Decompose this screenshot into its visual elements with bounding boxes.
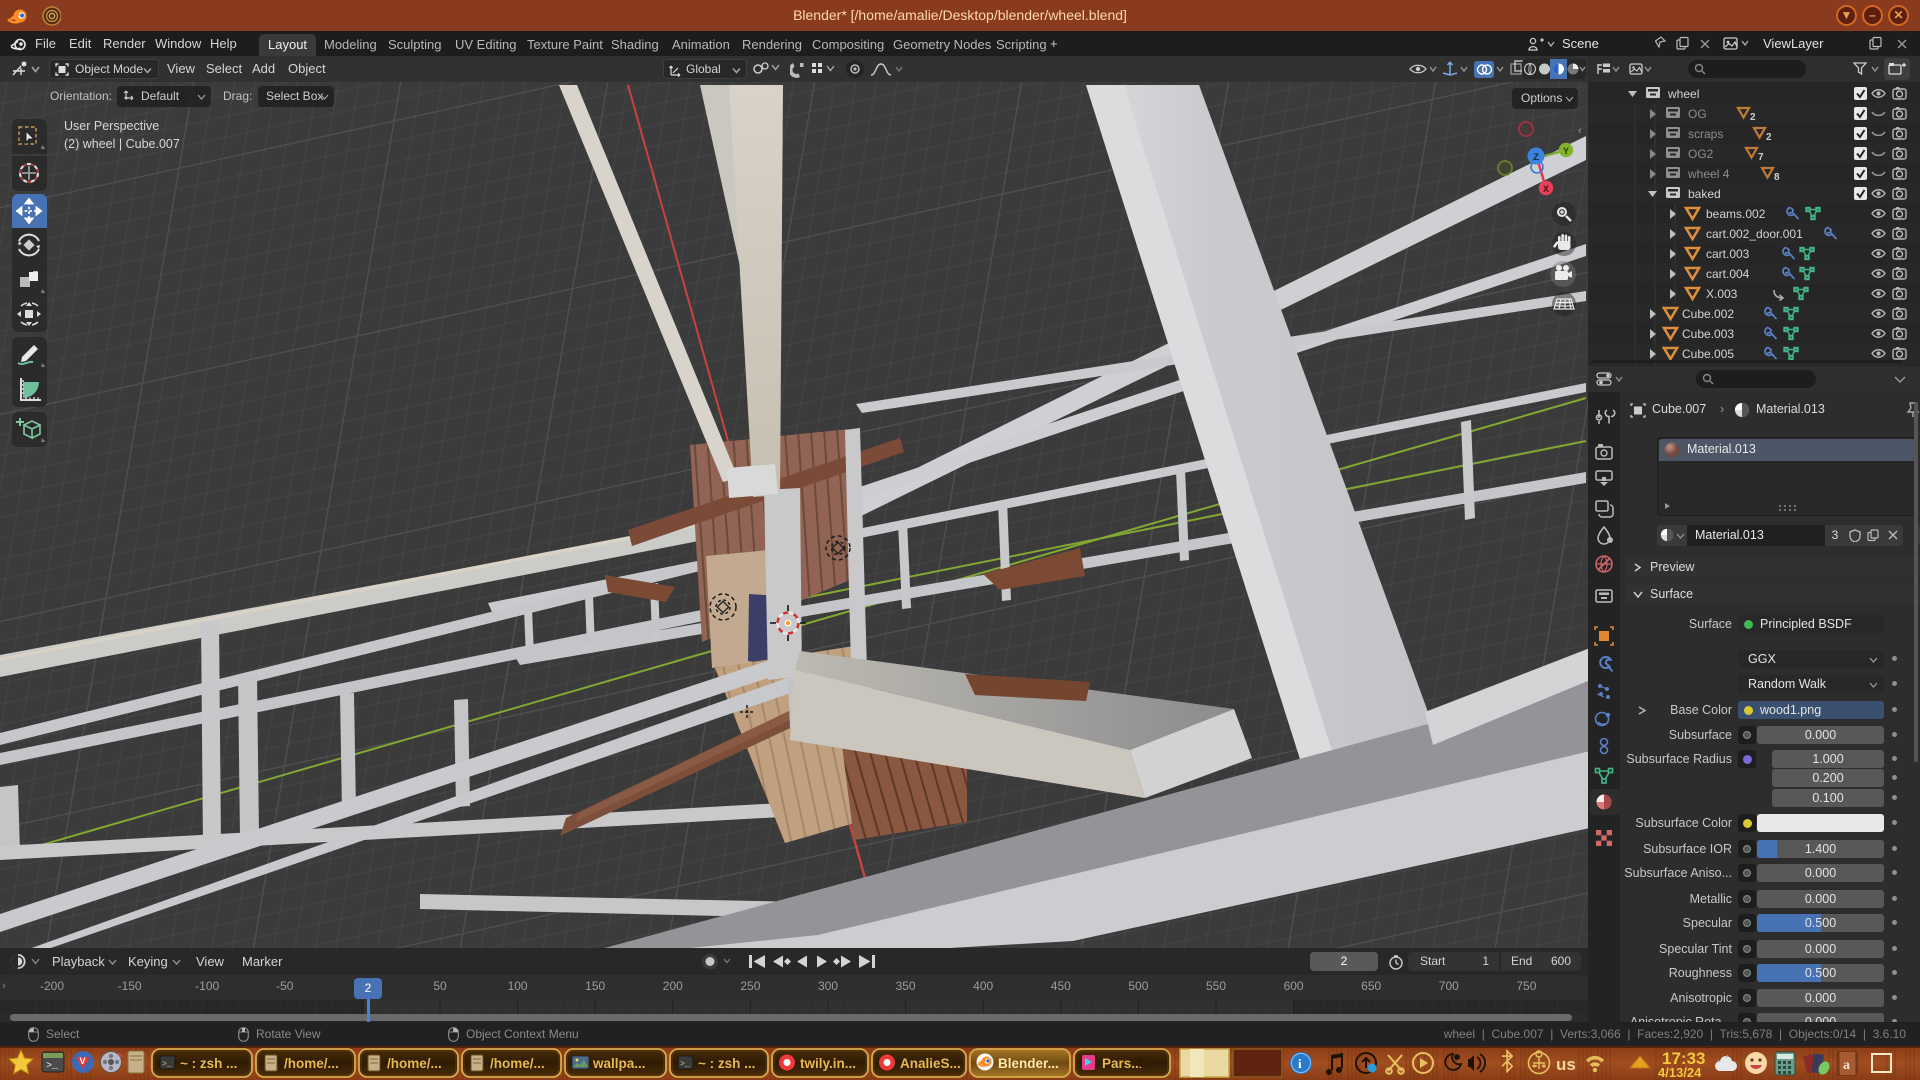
svg-text:cart.002_door.001: cart.002_door.001	[1706, 227, 1803, 241]
svg-text:i: i	[1298, 1056, 1302, 1071]
svg-text:‹: ‹	[1578, 125, 1582, 137]
svg-text:baked: baked	[1688, 187, 1721, 201]
svg-text:us: us	[1556, 1055, 1576, 1074]
svg-text:/home/...: /home/...	[284, 1056, 339, 1071]
svg-text:/home/...: /home/...	[490, 1056, 545, 1071]
svg-text:V: V	[80, 1056, 86, 1066]
svg-text:Z: Z	[1533, 152, 1539, 163]
svg-text:Cube.005: Cube.005	[1682, 347, 1734, 361]
svg-text:X: X	[1543, 184, 1549, 194]
svg-text:OG2: OG2	[1688, 147, 1714, 161]
svg-text:8: 8	[1774, 172, 1780, 183]
svg-text:wheel: wheel	[1667, 87, 1699, 101]
svg-text:>_: >_	[162, 1060, 172, 1069]
svg-text:Pars...: Pars...	[1102, 1056, 1143, 1071]
svg-text:OG: OG	[1688, 107, 1707, 121]
svg-text:cart.003: cart.003	[1706, 247, 1750, 261]
svg-text:twily.in...: twily.in...	[800, 1056, 856, 1071]
svg-text:Cube.003: Cube.003	[1682, 327, 1734, 341]
svg-text:Cube.002: Cube.002	[1682, 307, 1734, 321]
svg-text:cart.004: cart.004	[1706, 267, 1750, 281]
svg-text:X.003: X.003	[1706, 287, 1738, 301]
svg-text:Blender...: Blender...	[998, 1056, 1059, 1071]
svg-text:beams.002: beams.002	[1706, 207, 1766, 221]
svg-text:~ : zsh ...: ~ : zsh ...	[180, 1056, 237, 1071]
svg-text:>_: >_	[680, 1060, 690, 1069]
svg-text:4/13/24: 4/13/24	[1658, 1065, 1702, 1080]
svg-text:>_: >_	[46, 1061, 59, 1072]
svg-text:wheel 4: wheel 4	[1687, 167, 1730, 181]
svg-text:/home/...: /home/...	[387, 1056, 442, 1071]
svg-text:AnalieS...: AnalieS...	[900, 1056, 961, 1071]
svg-text:wallpa...: wallpa...	[592, 1056, 646, 1071]
svg-text:2: 2	[1766, 132, 1772, 143]
svg-text:~ : zsh ...: ~ : zsh ...	[698, 1056, 755, 1071]
svg-text:Y: Y	[1563, 146, 1569, 156]
svg-text:a: a	[1843, 1058, 1850, 1073]
svg-text:scraps: scraps	[1688, 127, 1723, 141]
svg-text:2: 2	[1750, 112, 1756, 123]
svg-text:7: 7	[1758, 152, 1764, 163]
